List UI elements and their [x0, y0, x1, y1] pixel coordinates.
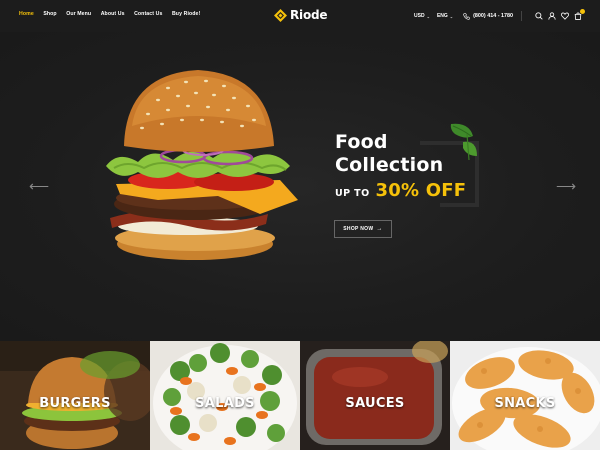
category-label: SAUCES — [345, 396, 405, 411]
logo-diamond-icon — [274, 8, 287, 22]
upto-text: UP TO — [335, 188, 370, 199]
shop-now-button[interactable]: SHOP NOW → — [334, 220, 392, 238]
user-icon[interactable] — [548, 12, 556, 20]
main-nav: Home Shop Our Menu About Us Contact Us B… — [19, 11, 210, 17]
hero-title-line1: Food — [335, 131, 388, 153]
phone-number: (800) 414 - 1780 — [473, 13, 513, 19]
search-icon[interactable] — [535, 12, 543, 20]
header-right: USD ⌄ ENG ⌄ (800) 414 - 1780 — [414, 9, 585, 22]
currency-select[interactable]: USD ⌄ — [414, 13, 430, 19]
phone-icon — [463, 12, 470, 20]
category-burgers[interactable]: BURGERS — [0, 341, 150, 450]
hero-title-line2: Collection — [335, 154, 444, 176]
arrow-left-icon[interactable]: ⟵ — [29, 178, 49, 195]
category-banners: BURGERS SALADS SAUCES SNACKS — [0, 341, 600, 450]
arrow-right-icon: → — [376, 226, 383, 232]
nav-home[interactable]: Home — [19, 11, 34, 17]
language-value: ENG — [436, 13, 448, 19]
arrow-right-icon[interactable]: ⟶ — [556, 178, 576, 195]
phone-link[interactable]: (800) 414 - 1780 — [463, 12, 513, 20]
hero-title: Food Collection — [335, 131, 443, 177]
nav-shop[interactable]: Shop — [43, 11, 56, 17]
nav-about-us[interactable]: About Us — [101, 11, 125, 17]
category-salads[interactable]: SALADS — [150, 341, 300, 450]
currency-value: USD — [414, 13, 425, 19]
nav-our-menu[interactable]: Our Menu — [66, 11, 91, 17]
site-header: Home Shop Our Menu About Us Contact Us B… — [0, 0, 600, 32]
site-logo[interactable]: Riode — [274, 8, 328, 22]
category-label: SNACKS — [494, 396, 556, 411]
nav-buy-riode[interactable]: Buy Riode! — [172, 11, 200, 17]
header-divider — [521, 11, 522, 21]
chevron-down-icon: ⌄ — [449, 13, 454, 19]
cart-icon[interactable] — [574, 9, 585, 20]
chevron-down-icon: ⌄ — [426, 13, 430, 19]
category-sauces[interactable]: SAUCES — [300, 341, 450, 450]
burger-image — [106, 70, 298, 260]
category-label: SALADS — [195, 396, 255, 411]
category-snacks[interactable]: SNACKS — [450, 341, 600, 450]
shop-now-label: SHOP NOW — [343, 226, 374, 232]
nav-contact-us[interactable]: Contact Us — [134, 11, 162, 17]
hero-slider: ⟵ ⟶ — [0, 32, 600, 341]
discount-text: 30% OFF — [375, 180, 467, 201]
hero-discount: UP TO 30% OFF — [335, 180, 466, 201]
decor-frame — [440, 203, 479, 207]
leaf-icon — [450, 123, 477, 161]
logo-text: Riode — [290, 8, 328, 22]
heart-icon[interactable] — [561, 12, 569, 20]
category-label: BURGERS — [39, 396, 111, 411]
cart-badge — [580, 9, 585, 14]
language-select[interactable]: ENG ⌄ — [437, 13, 453, 19]
